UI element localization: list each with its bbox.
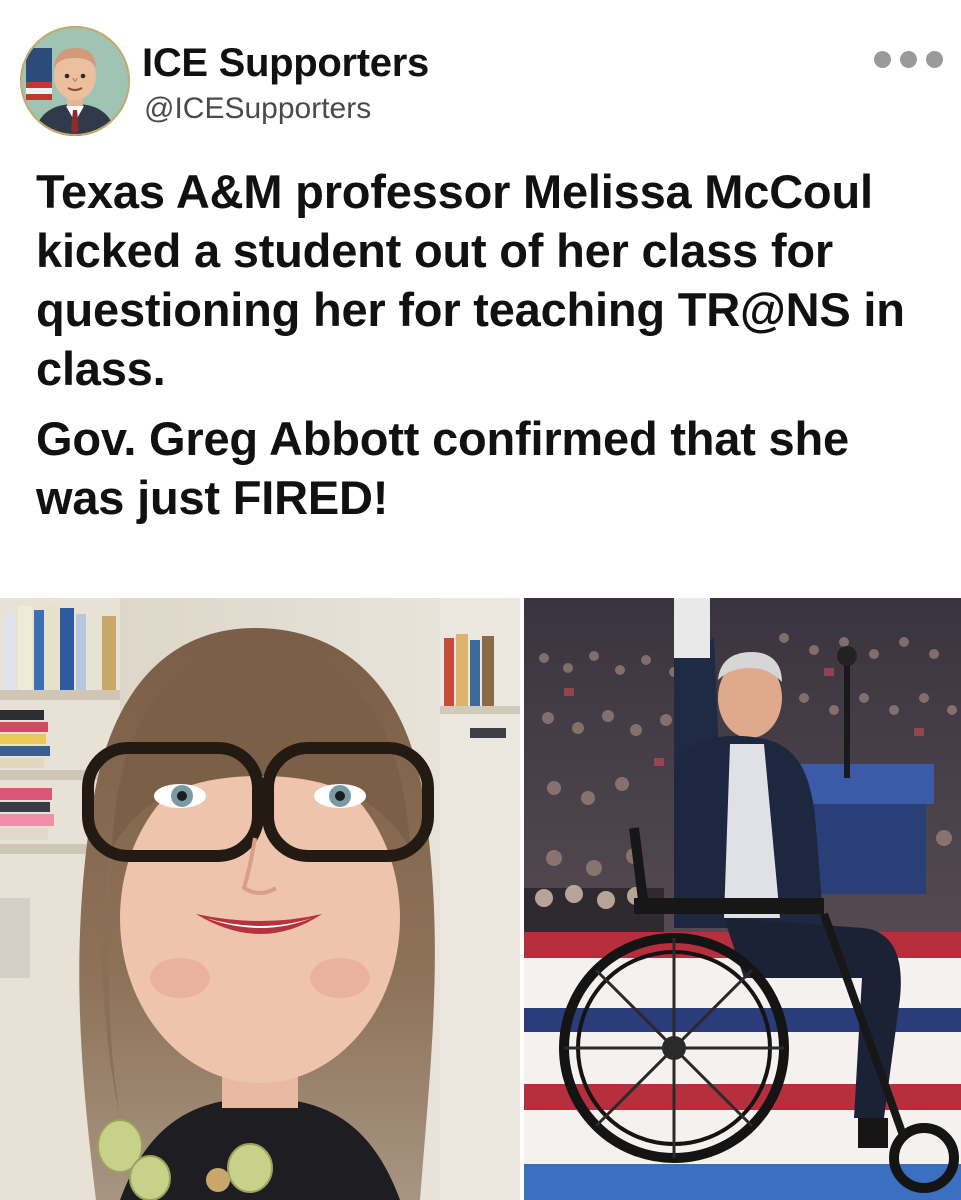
rally-illustration xyxy=(524,598,961,1200)
avatar[interactable] xyxy=(20,26,130,136)
photo-professor-selfie[interactable] xyxy=(0,598,520,1200)
post-media xyxy=(0,598,961,1200)
photo-governor-rally[interactable] xyxy=(524,598,961,1200)
author-handle[interactable]: @ICESupporters xyxy=(144,91,371,127)
avatar-illustration xyxy=(20,26,130,136)
more-horizontal-icon xyxy=(874,51,891,68)
author-name[interactable]: ICE Supporters xyxy=(142,40,429,86)
post-paragraph: Texas A&M professor Melissa McCoul kicke… xyxy=(36,165,905,395)
more-horizontal-icon xyxy=(926,51,943,68)
social-post: ICE Supporters @ICESupporters Texas A&M … xyxy=(0,0,961,1200)
post-body: Texas A&M professor Melissa McCoul kicke… xyxy=(36,162,936,527)
more-options-button[interactable] xyxy=(870,40,946,80)
selfie-illustration xyxy=(0,598,520,1200)
more-horizontal-icon xyxy=(900,51,917,68)
post-header: ICE Supporters @ICESupporters xyxy=(0,0,961,160)
post-paragraph: Gov. Greg Abbott confirmed that she was … xyxy=(36,412,849,524)
